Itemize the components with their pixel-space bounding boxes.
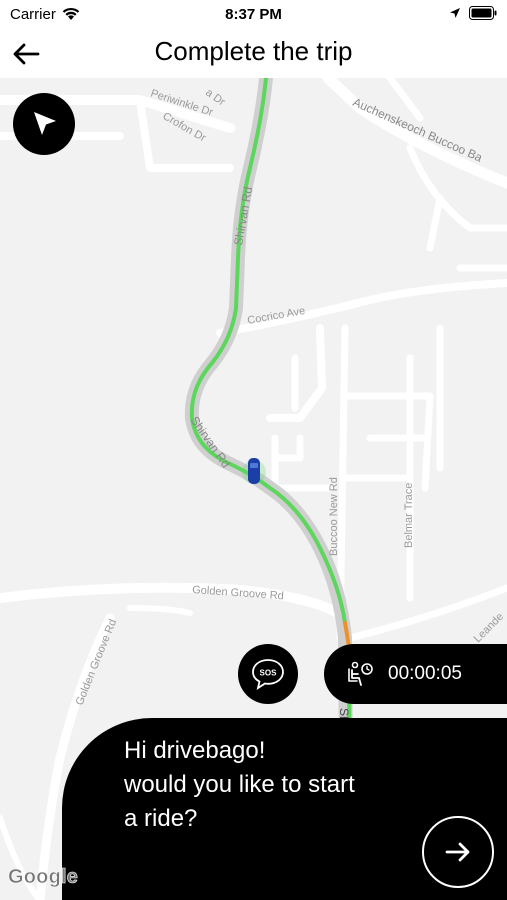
- trip-timer: 00:00:05: [324, 644, 507, 704]
- prompt-line-2: would you like to start: [124, 771, 355, 798]
- status-bar: Carrier 8:37 PM: [0, 0, 507, 30]
- street-label-golden-groove: Golden Groove Rd: [192, 584, 284, 602]
- prompt-line-1: Hi drivebago!: [124, 737, 266, 764]
- location-arrow-icon: [450, 8, 460, 18]
- recenter-location-button[interactable]: [13, 93, 75, 155]
- street-label-belmar: Belmar Trace: [403, 483, 415, 548]
- arrow-right-icon: [445, 842, 470, 862]
- vehicle-marker-icon: [242, 458, 266, 484]
- sos-button[interactable]: SOS: [238, 644, 298, 704]
- seated-passenger-icon: [348, 661, 373, 686]
- street-label-auchenskeoch: Auchenskeoch Buccoo Ba: [351, 95, 485, 165]
- street-label-leande: Leande: [472, 611, 506, 645]
- street-label-golden-groove-left: Golden Groove Rd: [74, 618, 119, 708]
- page-title: Complete the trip: [154, 36, 353, 66]
- header: Complete the trip: [0, 30, 507, 78]
- prompt-line-3: a ride?: [124, 805, 198, 832]
- street-label-buccoo-new: Buccoo New Rd: [328, 477, 340, 556]
- prompt-message: Hi drivebago! would you like to start a …: [124, 734, 424, 836]
- sos-chat-icon: SOS: [252, 659, 284, 690]
- start-ride-prompt: Hi drivebago! would you like to start a …: [62, 718, 507, 900]
- battery-icon: [469, 6, 497, 20]
- status-time: 8:37 PM: [225, 6, 282, 23]
- navigation-arrow-icon: [34, 112, 56, 135]
- status-right: [449, 6, 497, 20]
- sos-label: SOS: [260, 669, 278, 678]
- start-ride-button[interactable]: [422, 816, 494, 888]
- google-attribution-logo: Google: [8, 866, 79, 889]
- timer-value: 00:00:05: [388, 663, 462, 684]
